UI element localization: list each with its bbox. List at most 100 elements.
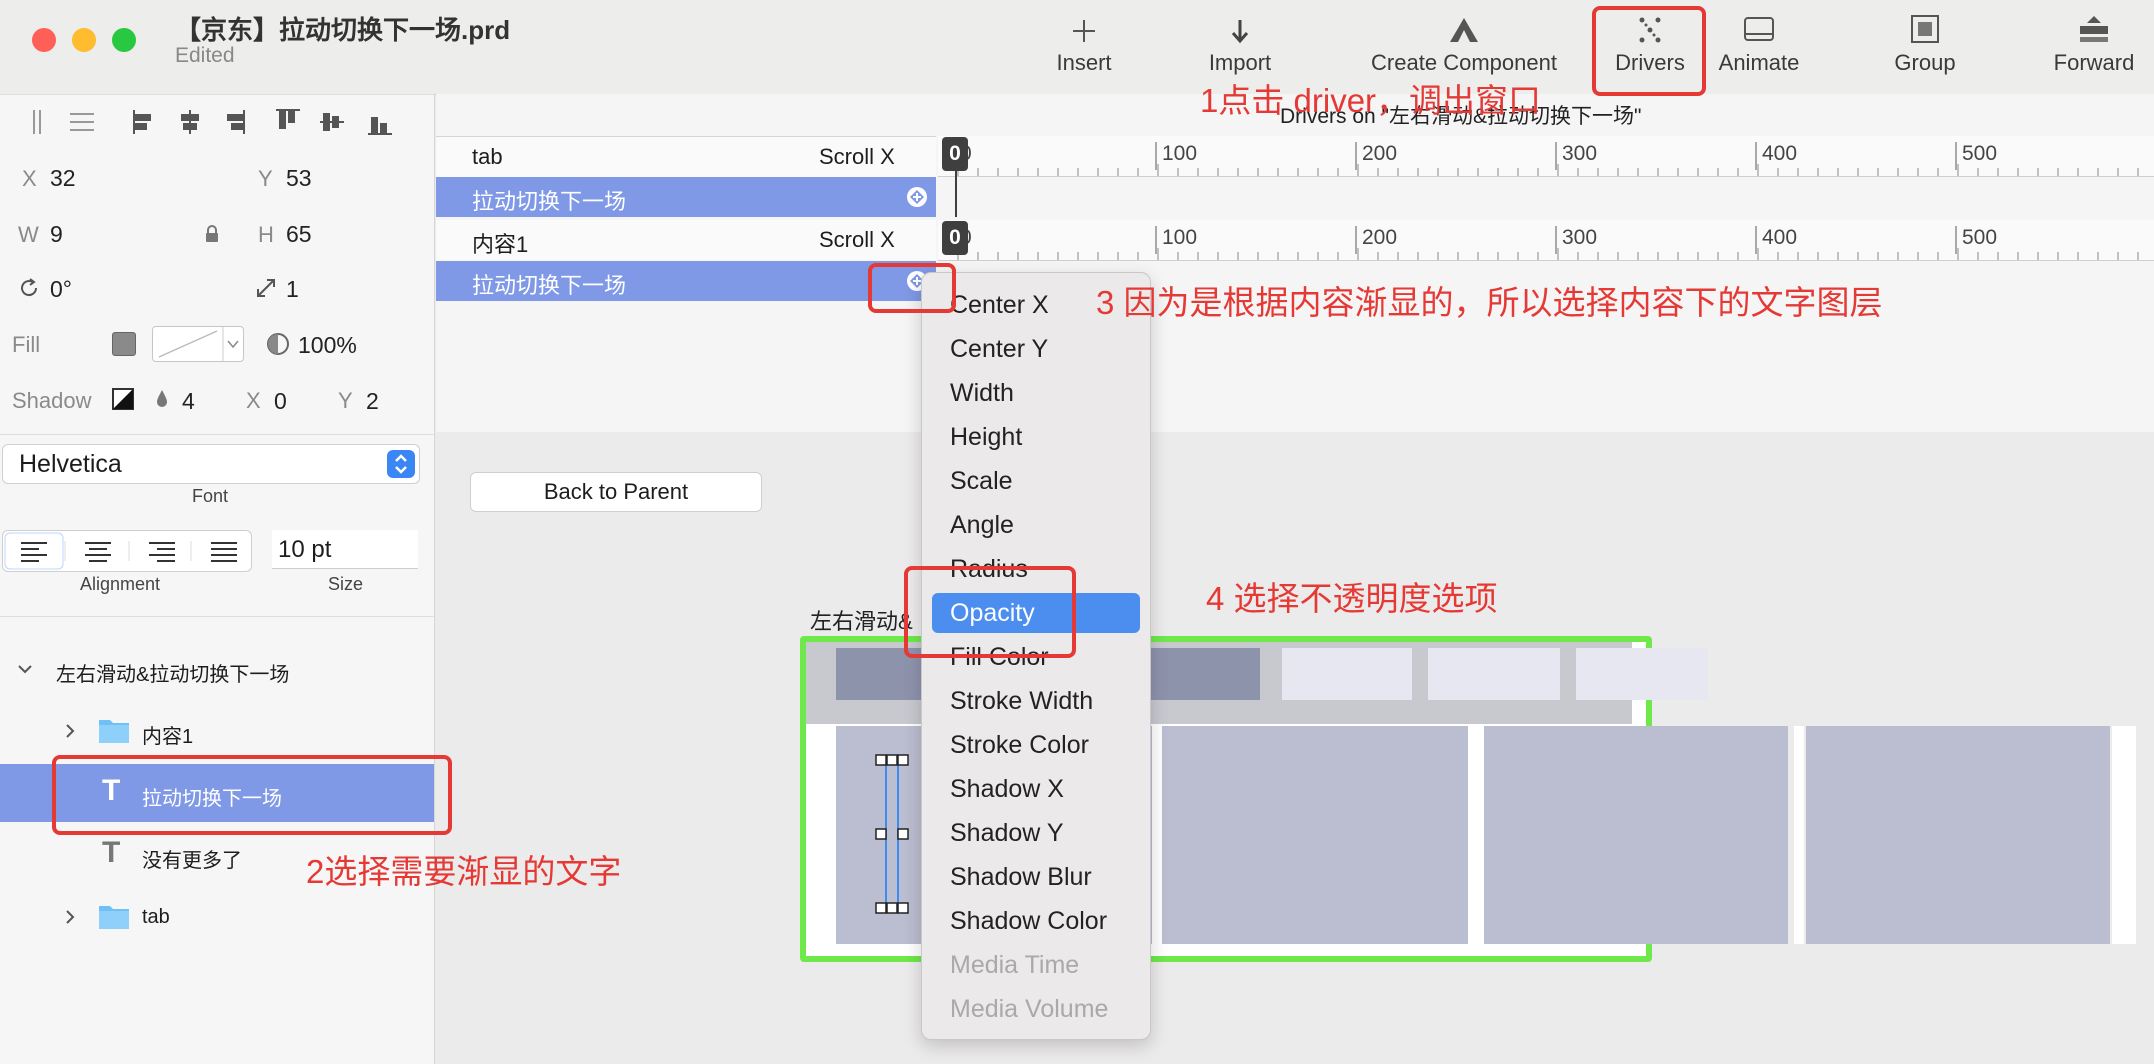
driver-name: 拉动切换下一场	[472, 189, 627, 214]
layer-name: 内容1	[142, 726, 194, 748]
x-label: X	[22, 166, 37, 191]
shadow-x-label: X	[246, 388, 261, 413]
chevron-down-icon[interactable]	[16, 660, 34, 678]
create-component-button[interactable]: Create Component	[1364, 10, 1564, 76]
shadow-x-field[interactable]: 0	[274, 388, 287, 415]
menu-item-height[interactable]: Height	[922, 417, 1150, 457]
font-select[interactable]: Helvetica	[2, 444, 420, 484]
playhead-line	[955, 171, 957, 217]
ruler-label: 400	[1762, 142, 1798, 165]
menu-item-media-time: Media Time	[950, 951, 1080, 979]
close-window-button[interactable]	[32, 28, 56, 52]
animate-icon	[1744, 17, 1774, 41]
layer-name: tab	[142, 906, 170, 928]
alignment-toolbar	[26, 104, 416, 140]
layer-name: 没有更多了	[142, 850, 242, 872]
create-component-label: Create Component	[1371, 50, 1557, 75]
group-button[interactable]: Group	[1885, 10, 1965, 76]
back-to-parent-button[interactable]: Back to Parent	[470, 472, 762, 512]
import-button[interactable]: Import	[1200, 10, 1280, 76]
menu-item-shadow-blur[interactable]: Shadow Blur	[922, 857, 1150, 897]
tab-item	[1282, 648, 1412, 700]
shadow-y-field[interactable]: 2	[366, 388, 379, 415]
menu-item-width[interactable]: Width	[922, 373, 1150, 413]
font-stepper-icon	[387, 450, 415, 478]
opacity-field[interactable]: 100%	[298, 332, 357, 359]
height-field[interactable]: 65	[286, 221, 312, 248]
h-label: H	[258, 222, 274, 247]
tab-item	[1576, 648, 1708, 700]
alignment-segmented-control[interactable]	[2, 530, 252, 572]
align-tools-icon[interactable]	[26, 104, 416, 140]
card-gap	[1794, 726, 1804, 944]
forward-label: Forward	[2053, 50, 2135, 75]
alignment-caption: Alignment	[80, 574, 161, 594]
annotation-step-1: 1点击 driver，调出窗口	[1200, 82, 1542, 119]
shadow-blur-field[interactable]: 4	[182, 388, 195, 415]
insert-button[interactable]: Insert	[1044, 10, 1124, 76]
ruler-label: 300	[1562, 226, 1598, 249]
content-card	[1806, 726, 2110, 944]
forward-icon	[2080, 16, 2108, 42]
playhead-marker[interactable]: 0	[942, 137, 968, 171]
driver-row-content1[interactable]: 内容1 Scroll X	[436, 220, 936, 260]
scale-field[interactable]: 1	[286, 276, 299, 303]
fill-color-swatch[interactable]	[112, 332, 136, 356]
driver-target-row-2[interactable]: 拉动切换下一场	[436, 261, 936, 301]
ruler-label: 500	[1962, 226, 1998, 249]
tab-item	[1428, 648, 1560, 700]
shadow-color-swatch[interactable]	[112, 388, 134, 410]
scale-icon	[257, 279, 275, 297]
menu-item-shadow-y[interactable]: Shadow Y	[922, 813, 1150, 853]
layer-tab[interactable]: tab	[0, 888, 434, 946]
group-icon	[1911, 15, 1939, 43]
inspector-panel: X 32 Y 53 W 9 H 65 0° 1 Fill 100% Shadow…	[0, 94, 435, 1064]
shadow-label: Shadow	[12, 388, 92, 413]
chevron-right-icon[interactable]	[62, 908, 78, 926]
font-size-value: 10 pt	[278, 536, 332, 563]
menu-item-stroke-width[interactable]: Stroke Width	[922, 681, 1150, 721]
angle-field[interactable]: 0°	[50, 276, 72, 303]
menu-item-media-volume: Media Volume	[950, 995, 1109, 1023]
driver-target-row-1[interactable]: 拉动切换下一场	[436, 177, 936, 217]
add-property-icon[interactable]	[906, 186, 928, 208]
x-field[interactable]: 32	[50, 165, 76, 192]
opacity-icon	[267, 333, 289, 355]
minimize-window-button[interactable]	[72, 28, 96, 52]
blur-drop-icon	[157, 390, 167, 407]
selection-handles[interactable]	[872, 754, 912, 914]
layer-root[interactable]: 左右滑动&拉动切换下一场	[0, 640, 434, 698]
forward-button[interactable]: Forward	[2044, 10, 2144, 76]
font-name: Helvetica	[19, 450, 122, 478]
annotation-box-drivers	[1592, 6, 1706, 96]
annotation-box-layer	[52, 755, 452, 835]
menu-item-shadow-x[interactable]: Shadow X	[922, 769, 1150, 809]
menu-item-center-y[interactable]: Center Y	[922, 329, 1150, 369]
insert-label: Insert	[1056, 50, 1112, 75]
menu-item-stroke-color[interactable]: Stroke Color	[922, 725, 1150, 765]
animate-button[interactable]: Animate	[1714, 10, 1804, 76]
fill-style-select[interactable]	[152, 326, 244, 362]
layer-content1[interactable]: 内容1	[0, 702, 434, 760]
menu-item-angle[interactable]: Angle	[922, 505, 1150, 545]
import-label: Import	[1208, 50, 1272, 75]
zoom-window-button[interactable]	[112, 28, 136, 52]
ruler-label: 100	[1162, 142, 1198, 165]
layer-name: 左右滑动&拉动切换下一场	[56, 664, 290, 686]
playhead-marker[interactable]: 0	[942, 221, 968, 255]
annotation-box-opacity	[904, 566, 1076, 658]
width-field[interactable]: 9	[50, 221, 63, 248]
chevron-right-icon[interactable]	[62, 722, 78, 740]
lock-icon[interactable]	[204, 224, 220, 244]
ruler-label: 200	[1362, 226, 1398, 249]
text-align-icons[interactable]	[3, 531, 251, 571]
font-size-field[interactable]: 10 pt	[272, 530, 418, 569]
y-field[interactable]: 53	[286, 165, 312, 192]
chevron-down-icon	[158, 327, 239, 361]
menu-item-scale[interactable]: Scale	[922, 461, 1150, 501]
group-label: Group	[1894, 50, 1956, 75]
driver-row-tab[interactable]: tab Scroll X	[436, 136, 936, 177]
menu-item-shadow-color[interactable]: Shadow Color	[922, 901, 1150, 941]
driver-property: Scroll X	[819, 144, 895, 169]
driver-track-empty	[938, 177, 2154, 217]
